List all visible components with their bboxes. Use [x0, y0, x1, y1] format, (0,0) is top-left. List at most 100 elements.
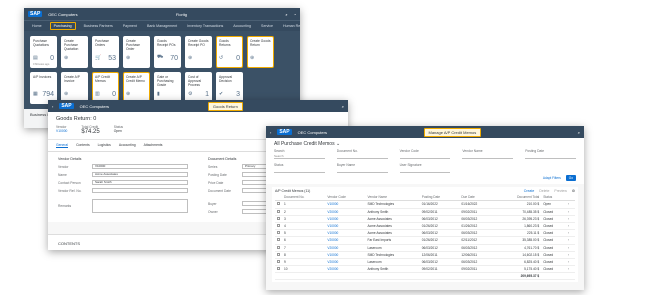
column-header[interactable]: Vendor Name — [365, 194, 420, 202]
search-icon[interactable]: ⌕ — [342, 104, 344, 109]
tile-create-purchase-quotation[interactable]: Create Purchase Quotation ⊕ — [61, 36, 88, 68]
filter-status[interactable]: Status — [274, 163, 325, 173]
table-cell[interactable]: V10000 — [325, 251, 366, 259]
tab-attachments[interactable]: Attachments — [144, 143, 163, 148]
table-row[interactable]: 9 V20000 Lasercom 06/03/2012 06/03/2012 6,825… — [275, 258, 575, 267]
table-cell[interactable]: V20000 — [325, 208, 366, 216]
tile-purchase-orders[interactable]: Purchase Orders 🛒 53 — [92, 36, 119, 68]
filter-vendor-code[interactable]: Vendor Code — [399, 149, 451, 159]
tab-payment[interactable]: Payment — [121, 23, 139, 29]
column-header[interactable]: Due Date — [459, 194, 495, 202]
back-icon[interactable]: ‹ — [270, 130, 271, 135]
table-row[interactable]: 1 V10000 SMD Technologies 01/16/2022 01/16/2… — [275, 200, 575, 209]
chevron-down-icon[interactable]: ⌄ — [336, 141, 340, 147]
table-row[interactable]: 7 V20000 Lasercom 06/03/2012 06/03/2012 4,761… — [275, 244, 575, 252]
tab-logistics[interactable]: Logistics — [98, 143, 111, 148]
row-select-checkbox[interactable] — [275, 265, 282, 274]
tab-general[interactable]: General — [56, 143, 69, 148]
column-header[interactable]: Vendor Code — [325, 194, 366, 202]
tab-accounting[interactable]: Accounting — [231, 23, 253, 29]
column-header[interactable]: Status — [541, 194, 566, 202]
delete-button[interactable]: Delete — [539, 189, 549, 193]
adapt-filters-button[interactable]: Adapt Filters — [543, 176, 561, 180]
tab-business-partners[interactable]: Business Partners — [82, 23, 115, 29]
table-cell[interactable]: V10000 — [325, 215, 366, 223]
table-row[interactable]: 6 V20000 Far East Imports 01/26/2012 02/11/2… — [275, 236, 575, 245]
tile-goods-returns[interactable]: Goods Returns ↺ 0 — [216, 36, 243, 68]
row-nav-icon[interactable]: › — [565, 200, 575, 209]
preview-button[interactable]: Preview — [554, 189, 566, 193]
table-cell[interactable]: V10000 — [325, 229, 366, 238]
table-row[interactable]: 3 V10000 Acme Associates 06/03/2012 06/03/20… — [275, 215, 575, 223]
back-icon[interactable]: ‹ — [52, 104, 53, 109]
tab-service[interactable]: Service — [259, 23, 275, 29]
table-cell[interactable]: V10000 — [325, 222, 366, 231]
table-row[interactable]: 5 V10000 Acme Associates 06/03/2012 06/03/20… — [275, 229, 575, 238]
tab-accounting[interactable]: Accounting — [119, 143, 136, 148]
tab-bank-management[interactable]: Bank Management — [145, 23, 179, 29]
filter-input[interactable] — [462, 154, 514, 159]
go-button[interactable]: Go — [565, 175, 576, 181]
create-button[interactable]: Create — [524, 189, 535, 193]
tab-human-resources[interactable]: Human Resources — [281, 23, 300, 29]
row-select-checkbox[interactable] — [275, 229, 282, 238]
variant-title[interactable]: All Purchase Credit Memos ⌄ — [274, 141, 576, 147]
table-row[interactable]: 2 V20000 Anthony Smith 09/02/2011 09/02/2011… — [275, 208, 575, 216]
row-select-checkbox[interactable] — [275, 244, 282, 252]
row-nav-icon[interactable]: › — [565, 222, 575, 231]
tab-purchasing[interactable]: Purchasing — [49, 22, 76, 30]
launchpad-user[interactable]: Fioritg — [176, 12, 187, 17]
row-nav-icon[interactable]: › — [565, 251, 575, 259]
row-nav-icon[interactable]: › — [565, 244, 575, 252]
tab-contents[interactable]: Contents — [76, 143, 90, 148]
row-nav-icon[interactable]: › — [565, 265, 575, 274]
filter-user-signature[interactable]: User Signature — [399, 163, 451, 173]
table-cell[interactable]: V20000 — [325, 265, 366, 274]
row-select-checkbox[interactable] — [275, 215, 282, 223]
row-select-checkbox[interactable] — [275, 222, 282, 231]
search-icon[interactable]: ⌕ — [578, 130, 580, 135]
field-input[interactable] — [92, 188, 188, 193]
filter-search[interactable]: Search Search — [274, 149, 325, 159]
row-select-checkbox[interactable] — [275, 236, 282, 245]
table-row[interactable]: 8 V10000 SMD Technologies 12/06/2011 12/06/2… — [275, 251, 575, 259]
filter-buyer-name[interactable]: Buyer Name — [336, 163, 388, 173]
search-icon[interactable]: ⌕ — [285, 12, 287, 17]
row-select-checkbox[interactable] — [275, 251, 282, 259]
table-row[interactable]: 10 V20000 Anthony Smith 09/02/2011 09/02/201… — [275, 265, 575, 274]
column-header[interactable]: Document No. — [282, 194, 326, 202]
row-select-checkbox[interactable] — [275, 258, 282, 267]
filter-input[interactable]: Search — [274, 154, 325, 159]
tile-create-goods-receipt-po[interactable]: Create Goods Receipt PO ⊕ — [185, 36, 212, 68]
table-cell[interactable]: V10000 — [325, 200, 366, 209]
settings-icon[interactable]: ⚙ — [572, 189, 575, 193]
filter-input[interactable] — [274, 168, 325, 173]
column-header[interactable]: Posting Date — [419, 194, 460, 202]
tab-inventory-transactions[interactable]: Inventory Transactions — [185, 23, 225, 29]
tile-create-goods-return[interactable]: Create Goods Return ⊕ — [247, 36, 274, 68]
tab-home[interactable]: Home — [30, 23, 44, 29]
table-cell[interactable]: V20000 — [325, 258, 366, 267]
filter-vendor-name[interactable]: Vendor Name — [462, 149, 514, 159]
filter-input[interactable] — [399, 168, 451, 173]
field-input[interactable]: Acme Associates — [92, 172, 188, 177]
table-row[interactable]: 4 V10000 Acme Associates 01/26/2012 01/26/20… — [275, 222, 575, 231]
table-cell[interactable]: V20000 — [325, 244, 366, 252]
filter-input[interactable] — [525, 154, 576, 159]
filter-input[interactable] — [399, 154, 451, 159]
tile-purchase-quotations[interactable]: Purchase Quotations ▤ 0 0 Minutes ago — [30, 36, 57, 68]
row-nav-icon[interactable]: › — [565, 229, 575, 238]
tile-goods-receipt-pos[interactable]: Goods Receipt POs ⛟ 70 — [154, 36, 181, 68]
row-select-checkbox[interactable] — [275, 200, 282, 209]
filter-input[interactable] — [336, 168, 388, 173]
remarks-input[interactable] — [92, 199, 188, 213]
filter-input[interactable] — [336, 154, 388, 159]
table-cell[interactable]: V20000 — [325, 236, 366, 245]
column-header[interactable]: Document Total — [494, 194, 542, 202]
row-nav-icon[interactable]: › — [565, 215, 575, 223]
field-input[interactable]: Sarah Smith — [92, 180, 188, 185]
row-nav-icon[interactable]: › — [565, 236, 575, 245]
filter-posting-date[interactable]: Posting Date — [525, 149, 576, 159]
filter-document-no-[interactable]: Document No. — [336, 149, 388, 159]
field-input[interactable]: V10000 — [92, 164, 188, 169]
